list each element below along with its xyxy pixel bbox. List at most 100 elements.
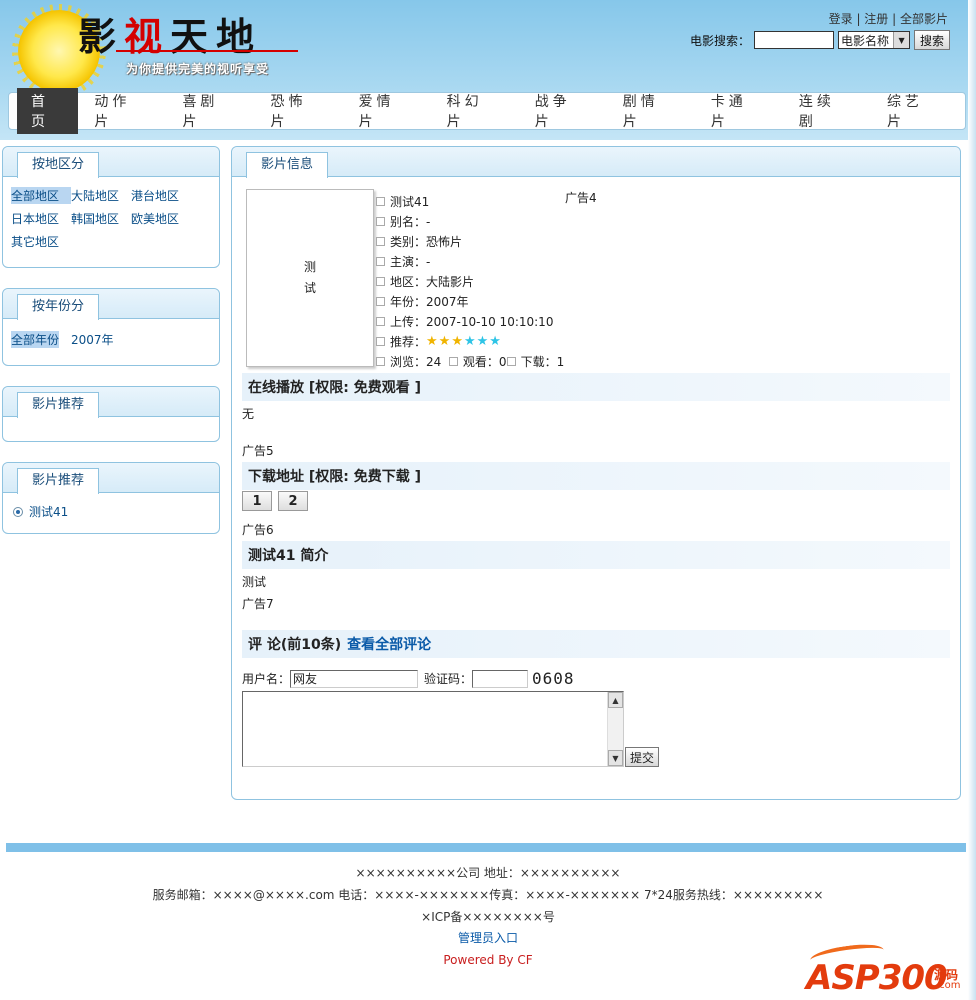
nav-item-horror[interactable]: 恐怖片: [261, 88, 331, 134]
region-japan[interactable]: 日本地区: [11, 210, 71, 227]
site-logo[interactable]: 影视天地 为你提供完美的视听享受: [12, 4, 308, 98]
all-movies-link[interactable]: 全部影片: [900, 12, 948, 26]
scroll-down-icon[interactable]: ▼: [608, 750, 623, 766]
search-button[interactable]: 搜索: [914, 30, 951, 50]
region-panel-title: 按地区分: [17, 152, 100, 178]
username-input[interactable]: 网友: [290, 669, 419, 688]
register-link[interactable]: 注册: [864, 12, 888, 26]
recommend-panel-2-header: 影片推荐: [3, 463, 219, 494]
recommend-label: 推荐：: [390, 334, 427, 349]
star-icon: ★: [476, 333, 489, 349]
nav-item-action[interactable]: 动作片: [84, 88, 154, 134]
logo-char-4: 地: [216, 14, 263, 59]
nav-item-drama[interactable]: 剧情片: [613, 88, 683, 134]
square-bullet-icon: [376, 236, 385, 246]
detail-name: 测试41: [376, 191, 564, 211]
download-link-2[interactable]: 2: [278, 491, 308, 511]
nav-item-home[interactable]: 首页: [17, 88, 79, 134]
region-west[interactable]: 欧美地区: [131, 210, 191, 227]
captcha-image: 0608: [532, 669, 575, 688]
star-icon: ★: [438, 333, 451, 349]
logo-slogan: 为你提供完美的视听享受: [126, 62, 270, 76]
search-type-select[interactable]: 电影名称 ▼: [838, 31, 911, 49]
year-panel: 按年份分 全部年份 2007年: [2, 288, 220, 366]
intro-content: 测试: [242, 575, 267, 589]
online-play-title: 在线播放 [权限: 免费观看 ]: [248, 380, 422, 396]
region-korea[interactable]: 韩国地区: [71, 210, 131, 227]
ad-slot-4: 广告4: [565, 191, 597, 205]
captcha-input[interactable]: [472, 669, 529, 688]
login-link[interactable]: 登录: [829, 12, 853, 26]
square-bullet-icon: [376, 276, 385, 286]
ad-slot-5: 广告5: [242, 444, 274, 458]
logo-char-1: 影: [78, 14, 125, 59]
nav-item-comedy[interactable]: 喜剧片: [172, 88, 242, 134]
online-play-bar: 在线播放 [权限: 免费观看 ]: [242, 373, 950, 401]
year-2007[interactable]: 2007年: [71, 331, 114, 348]
comment-bar: 评 论(前10条) 查看全部评论: [242, 630, 950, 658]
download-bar: 下载地址 [权限: 免费下载 ]: [242, 462, 950, 490]
footer-icp: ×ICP备××××××××号: [421, 910, 555, 924]
comment-form-row: 用户名： 网友 验证码： 0608: [242, 669, 575, 688]
year-list: 全部年份 2007年: [11, 331, 211, 348]
intro-title: 测试41 简介: [248, 548, 329, 564]
captcha-label: 验证码：: [424, 672, 473, 686]
detail-category: 类别：恐怖片: [376, 231, 564, 251]
nav-item-romance[interactable]: 爱情片: [349, 88, 419, 134]
chevron-down-icon[interactable]: ▼: [893, 32, 910, 48]
detail-actor: 主演：-: [376, 251, 564, 271]
movie-region: 地区：大陆影片: [390, 274, 475, 289]
nav-item-war[interactable]: 战争片: [525, 88, 595, 134]
square-bullet-icon: [376, 256, 385, 266]
intro-bar: 测试41 简介: [242, 541, 950, 569]
ad-slot-7: 广告7: [242, 597, 274, 611]
detail-year: 年份：2007年: [376, 291, 564, 311]
admin-entry-link[interactable]: 管理员入口: [458, 931, 518, 945]
scroll-up-icon[interactable]: ▲: [608, 692, 623, 708]
logo-title: 影视天地: [78, 6, 262, 61]
submit-comment-button[interactable]: 提交: [625, 747, 660, 767]
star-icon: ★: [426, 333, 438, 349]
star-icon: ★: [463, 333, 476, 349]
logo-char-2: 视: [124, 14, 171, 59]
square-bullet-icon: [376, 316, 385, 326]
region-hk-tw[interactable]: 港台地区: [131, 187, 191, 204]
view-all-comments-link[interactable]: 查看全部评论: [347, 634, 431, 654]
recommend-item[interactable]: 测试41: [13, 503, 209, 520]
search-type-value: 电影名称: [841, 33, 890, 48]
recommend-panel-1: 影片推荐: [2, 386, 220, 442]
download-link-1[interactable]: 1: [242, 491, 272, 511]
region-all[interactable]: 全部地区: [11, 187, 71, 204]
logo-underline: [116, 50, 298, 52]
movie-poster[interactable]: 测试: [246, 189, 374, 367]
detail-stats: 浏览：24 观看：0 下载：1: [376, 351, 564, 371]
window-edge: [968, 0, 976, 1000]
nav-item-scifi[interactable]: 科幻片: [437, 88, 507, 134]
top-links: 登录 | 注册 | 全部影片: [828, 12, 948, 26]
textarea-scrollbar[interactable]: ▲ ▼: [607, 692, 623, 766]
online-play-content: 无: [242, 407, 255, 421]
movie-name: 测试41: [390, 194, 430, 209]
star-icon: ★: [451, 333, 463, 349]
region-mainland[interactable]: 大陆地区: [71, 187, 131, 204]
square-bullet-icon: [376, 196, 385, 206]
search-input[interactable]: [754, 31, 835, 49]
year-all[interactable]: 全部年份: [11, 331, 60, 348]
recommend-item-label[interactable]: 测试41: [29, 503, 68, 520]
detail-alias: 别名：-: [376, 211, 564, 231]
comment-textarea[interactable]: ▲ ▼: [242, 691, 624, 767]
footer-divider: [6, 843, 966, 852]
recommend-panel-1-header: 影片推荐: [3, 387, 219, 418]
nav-item-series[interactable]: 连续剧: [789, 88, 859, 134]
region-other[interactable]: 其它地区: [11, 233, 71, 250]
ad-slot-6: 广告6: [242, 523, 274, 537]
nav-item-cartoon[interactable]: 卡通片: [701, 88, 771, 134]
watch-count: 观看：0: [462, 354, 507, 369]
recommend-panel-1-title: 影片推荐: [17, 392, 100, 418]
recommend-panel-2: 影片推荐 测试41: [2, 462, 220, 534]
view-count: 浏览：24: [390, 354, 442, 369]
square-bullet-icon: [376, 216, 385, 226]
movie-alias: 别名：-: [390, 214, 431, 229]
detail-upload: 上传：2007-10-10 10:10:10: [376, 311, 564, 331]
nav-item-variety[interactable]: 综艺片: [877, 88, 947, 134]
